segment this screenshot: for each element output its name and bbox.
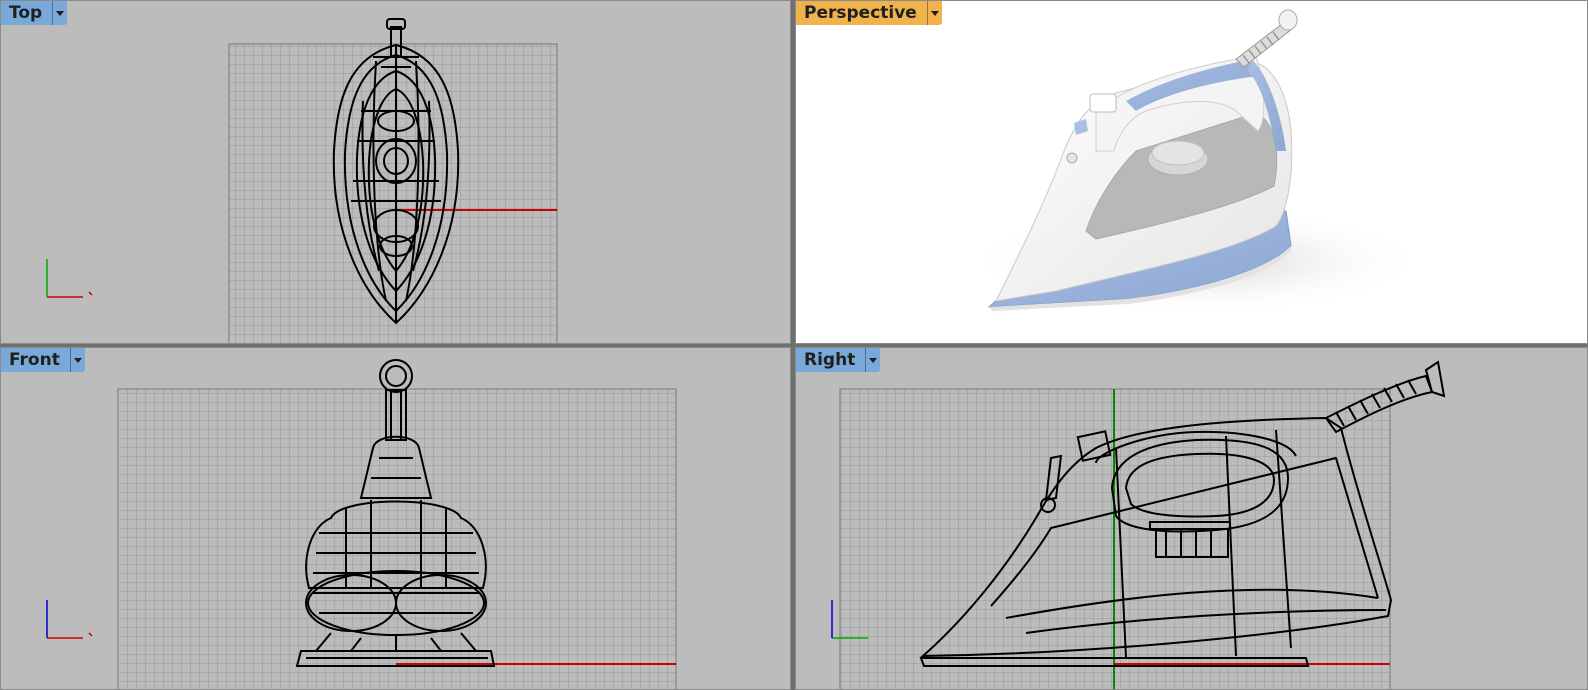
right-view-canvas[interactable] [796, 348, 1588, 690]
iron-render [966, 9, 1426, 316]
axis-triad-icon [46, 259, 93, 298]
viewport-label-right[interactable]: Right [796, 348, 866, 372]
front-view-canvas[interactable] [1, 348, 791, 690]
viewport-tab-top[interactable]: Top [1, 1, 68, 25]
viewport-front[interactable]: Front [0, 347, 791, 690]
viewport-label-front[interactable]: Front [1, 348, 70, 372]
chevron-down-icon[interactable] [926, 1, 942, 25]
viewport-label-top[interactable]: Top [1, 1, 53, 25]
viewport-top[interactable]: Top [0, 0, 791, 344]
chevron-down-icon[interactable] [52, 1, 68, 25]
viewport-label-perspective[interactable]: Perspective [796, 1, 927, 25]
top-view-canvas[interactable] [1, 1, 791, 344]
viewport-tab-perspective[interactable]: Perspective [796, 1, 942, 25]
viewport-perspective[interactable]: Perspective [795, 0, 1588, 344]
chevron-down-icon[interactable] [865, 348, 881, 372]
perspective-view-canvas[interactable] [796, 1, 1588, 344]
chevron-down-icon[interactable] [69, 348, 85, 372]
axis-triad-icon [46, 600, 93, 639]
construction-grid [228, 43, 558, 343]
viewport-tab-front[interactable]: Front [1, 348, 85, 372]
viewport-tab-right[interactable]: Right [796, 348, 881, 372]
viewport-right[interactable]: Right [795, 347, 1588, 690]
